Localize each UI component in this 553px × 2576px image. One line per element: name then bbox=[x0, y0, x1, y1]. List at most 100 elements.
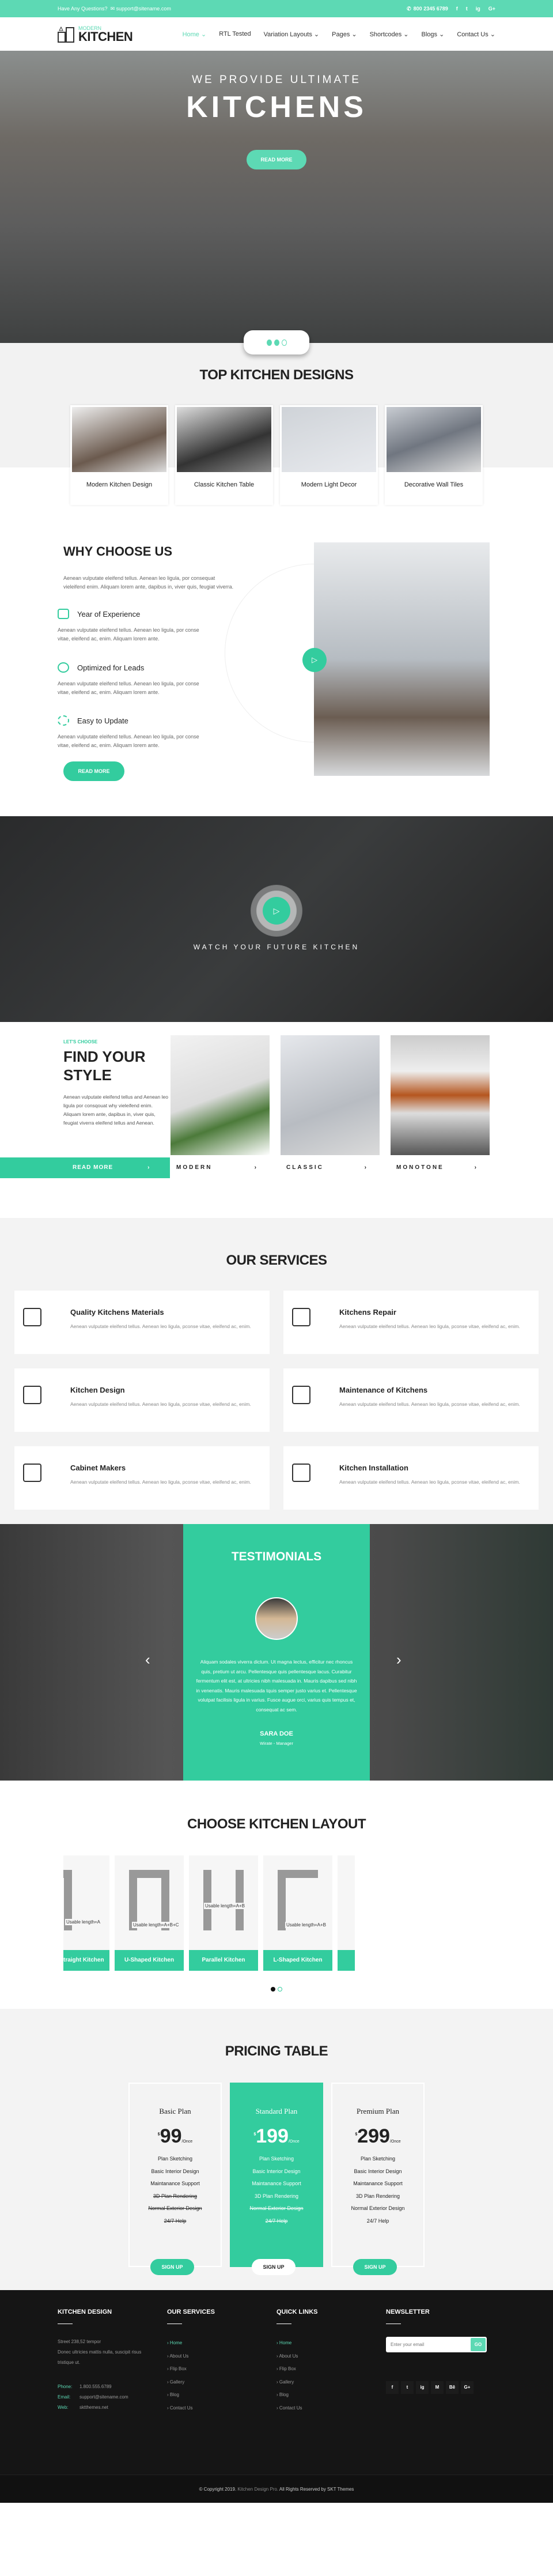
facebook-icon[interactable]: f bbox=[456, 6, 458, 12]
layout-label: U-Shaped Kitchen bbox=[115, 1950, 184, 1971]
pricing-card: Standard Plan $199/Once Plan Sketching Basi… bbox=[230, 2083, 323, 2275]
support-email[interactable]: support@sitename.com bbox=[116, 6, 171, 12]
slide-dot[interactable] bbox=[266, 339, 272, 346]
instagram-icon[interactable]: ig bbox=[476, 6, 480, 12]
link-label: Home bbox=[169, 2340, 183, 2345]
layout-card[interactable] bbox=[338, 1855, 355, 1971]
services-section: OUR SERVICES Quality Kitchens Materials A… bbox=[0, 1218, 553, 1524]
plan-feature: Basic Interior Design bbox=[252, 2168, 301, 2174]
style-card[interactable]: MODERN › bbox=[171, 1035, 270, 1171]
ruler-triangle-icon bbox=[58, 609, 69, 619]
nav-pages[interactable]: Pages ⌄ bbox=[332, 31, 357, 38]
footer-link[interactable]: › Contact Us bbox=[276, 2402, 386, 2415]
design-image bbox=[387, 407, 481, 472]
copyright-link[interactable]: Kitchen Design Pro. bbox=[237, 2487, 278, 2492]
nav-shortcodes[interactable]: Shortcodes ⌄ bbox=[370, 31, 409, 38]
hero-title: KITCHENS bbox=[186, 90, 367, 124]
video-play-button[interactable]: ▷ bbox=[263, 897, 290, 925]
nav-blogs[interactable]: Blogs ⌄ bbox=[422, 31, 445, 38]
newsletter-go-button[interactable]: GO bbox=[471, 2338, 486, 2351]
footer-link[interactable]: › Flip Box bbox=[276, 2363, 386, 2376]
layout-card[interactable]: Usable length=A+B L-Shaped Kitchen bbox=[263, 1855, 332, 1971]
layout-pagination bbox=[0, 1987, 553, 1992]
website[interactable]: sktthemes.net bbox=[79, 2405, 108, 2410]
style-text: Aenean vulputate eleifend tellus and Aen… bbox=[63, 1094, 168, 1126]
design-label: Modern Kitchen Design bbox=[86, 481, 153, 488]
feature-item: Year of Experience Aenean vulputate eleif… bbox=[58, 609, 207, 643]
layout-card[interactable]: Usable length=A+B Parallel Kitchen bbox=[189, 1855, 258, 1971]
footer-link[interactable]: › About Us bbox=[167, 2350, 276, 2363]
plan-feature: Normal Exterior Design bbox=[249, 2205, 304, 2211]
service-title: Kitchen Design bbox=[70, 1386, 125, 1394]
footer-link[interactable]: › Home bbox=[276, 2337, 386, 2350]
service-text: Aenean vulputate eleifend tellus. Aenean… bbox=[339, 1323, 520, 1329]
email[interactable]: support@sitename.com bbox=[79, 2394, 128, 2400]
plan-feature: Normal Exterior Design bbox=[148, 2205, 202, 2211]
sign-up-button[interactable]: SIGN UP bbox=[252, 2259, 296, 2275]
page-dot[interactable] bbox=[271, 1987, 275, 1992]
why-read-more-button[interactable]: READ MORE bbox=[63, 761, 124, 781]
kitchen-layout-section: CHOOSE KITCHEN LAYOUT Usable length=A tra… bbox=[0, 1781, 553, 2009]
testimonial-panel: TESTIMONIALS Aliquam sodales viverra dic… bbox=[183, 1524, 370, 1781]
chevron-left-icon[interactable]: ‹ bbox=[145, 1651, 150, 1669]
top-bar: Have Any Questions? ✉ support@sitename.c… bbox=[0, 0, 553, 17]
label: Email: bbox=[58, 2394, 71, 2400]
nav-contact-us[interactable]: Contact Us ⌄ bbox=[457, 31, 495, 38]
layout-note: Usable length=A bbox=[65, 1919, 101, 1925]
page-dot[interactable] bbox=[278, 1987, 282, 1992]
style-read-more-button[interactable]: READ MORE › bbox=[0, 1157, 170, 1178]
behance-icon[interactable]: Bē bbox=[446, 2381, 459, 2394]
design-card[interactable]: Decorative Wall Tiles bbox=[385, 405, 483, 505]
design-card[interactable]: Modern Light Decor bbox=[280, 405, 378, 505]
phone[interactable]: 1.800.555.6789 bbox=[79, 2384, 112, 2389]
footer-link[interactable]: › About Us bbox=[276, 2350, 386, 2363]
medium-icon[interactable]: M bbox=[431, 2381, 444, 2394]
layout-card[interactable]: Usable length=A+B+C U-Shaped Kitchen bbox=[115, 1855, 184, 1971]
sign-up-button[interactable]: SIGN UP bbox=[150, 2259, 194, 2275]
sign-up-button[interactable]: SIGN UP bbox=[353, 2259, 397, 2275]
twitter-icon[interactable]: t bbox=[466, 6, 468, 12]
price: 199 bbox=[256, 2125, 289, 2147]
avatar bbox=[255, 1597, 298, 1640]
footer-link[interactable]: › Blog bbox=[276, 2389, 386, 2402]
footer-link[interactable]: › Gallery bbox=[276, 2376, 386, 2389]
plan-feature: 24/7 Help bbox=[265, 2217, 288, 2224]
design-card[interactable]: Classic Kitchen Table bbox=[175, 405, 273, 505]
facebook-icon[interactable]: f bbox=[386, 2381, 399, 2394]
style-image bbox=[171, 1035, 270, 1155]
chevron-right-icon[interactable]: › bbox=[396, 1651, 402, 1669]
link-label: Contact Us bbox=[169, 2405, 193, 2411]
pricing-card: Premium Plan $299/Once Plan Sketching Basic… bbox=[331, 2083, 425, 2275]
address-line: Donec ultricies mattis nulla, suscipit r… bbox=[58, 2349, 142, 2365]
logo[interactable]: MODERN KITCHEN bbox=[58, 25, 133, 43]
nav-home[interactable]: Home ⌄ bbox=[183, 31, 207, 38]
style-card[interactable]: MONOTONE › bbox=[391, 1035, 490, 1171]
service-title: Maintenance of Kitchens bbox=[339, 1386, 428, 1394]
hero-read-more-button[interactable]: READ MORE bbox=[247, 150, 306, 169]
twitter-icon[interactable]: t bbox=[401, 2381, 414, 2394]
play-icon[interactable]: ▷ bbox=[302, 648, 327, 672]
chevron-right-icon: › bbox=[254, 1164, 258, 1171]
slide-dot[interactable] bbox=[281, 339, 287, 346]
footer-link[interactable]: › Blog bbox=[167, 2389, 276, 2402]
chevron-right-icon: › bbox=[276, 2379, 278, 2385]
nav-rtl-tested[interactable]: RTL Tested bbox=[219, 31, 251, 38]
layout-card[interactable]: Usable length=A traight Kitchen bbox=[63, 1855, 109, 1971]
nav-variation-layouts[interactable]: Variation Layouts ⌄ bbox=[264, 31, 319, 38]
footer-link[interactable]: › Gallery bbox=[167, 2376, 276, 2389]
design-card[interactable]: Modern Kitchen Design bbox=[70, 405, 168, 505]
link-label: Blog bbox=[169, 2392, 179, 2398]
phone-number[interactable]: 800 2345 6789 bbox=[414, 6, 448, 12]
footer-link[interactable]: › Flip Box bbox=[167, 2363, 276, 2376]
google-plus-icon[interactable]: G+ bbox=[461, 2381, 474, 2394]
footer-link[interactable]: › Home bbox=[167, 2337, 276, 2350]
instagram-icon[interactable]: ig bbox=[416, 2381, 429, 2394]
style-card[interactable]: CLASSIC › bbox=[281, 1035, 380, 1171]
newsletter-email-input[interactable] bbox=[387, 2338, 471, 2351]
question-text: Have Any Questions? bbox=[58, 5, 108, 12]
footer-link[interactable]: › Contact Us bbox=[167, 2402, 276, 2415]
slide-dot[interactable] bbox=[274, 339, 279, 346]
kitchen-image bbox=[314, 542, 490, 776]
google-plus-icon[interactable]: G+ bbox=[488, 6, 495, 12]
address-line: Street 238,52 tempor bbox=[58, 2339, 101, 2344]
